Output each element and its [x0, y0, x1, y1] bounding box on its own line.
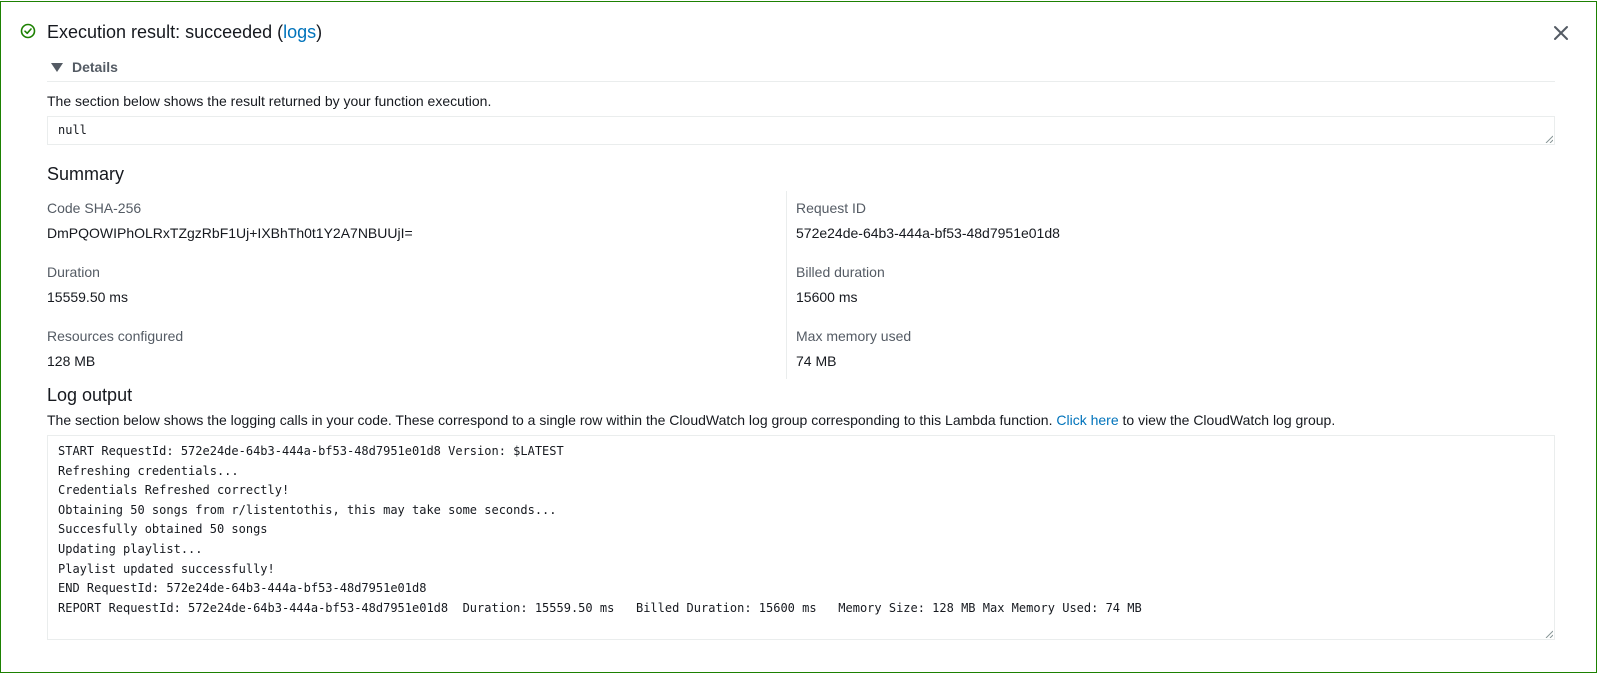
cloudwatch-link[interactable]: Click here	[1056, 412, 1118, 428]
close-icon	[1554, 26, 1568, 40]
duration-label: Duration	[47, 264, 100, 280]
check-circle-icon	[20, 23, 36, 39]
code-sha256-label: Code SHA-256	[47, 200, 142, 216]
close-button[interactable]	[1552, 24, 1570, 42]
resources-configured-label: Resources configured	[47, 328, 184, 344]
log-line: Succesfully obtained 50 songs	[58, 522, 268, 537]
log-line: Playlist updated successfully!	[58, 561, 275, 576]
code-sha256-value: DmPQOWIPhOLRxTZgzRbF1Uj+IXBhTh0t1Y2A7NBU…	[47, 225, 413, 241]
log-line: Obtaining 50 songs from r/listentothis, …	[58, 502, 557, 517]
request-id-label: Request ID	[796, 200, 867, 216]
max-memory-used-label: Max memory used	[796, 328, 912, 344]
log-line: START RequestId: 572e24de-64b3-444a-bf53…	[58, 444, 564, 458]
summary-column-divider	[786, 191, 787, 379]
billed-duration-value: 15600 ms	[796, 289, 858, 305]
details-toggle[interactable]: Details	[51, 59, 118, 75]
resize-handle-icon[interactable]	[1545, 630, 1553, 638]
log-line: END RequestId: 572e24de-64b3-444a-bf53-4…	[58, 581, 427, 596]
result-textarea[interactable]: null	[47, 116, 1555, 145]
details-divider	[47, 81, 1555, 82]
resize-handle-icon[interactable]	[1545, 135, 1553, 143]
execution-result-panel: Execution result: succeeded (logs) Detai…	[0, 1, 1597, 673]
details-label: Details	[72, 59, 118, 75]
resources-configured-value: 128 MB	[47, 353, 96, 369]
result-title-suffix: )	[316, 22, 323, 42]
result-description: The section below shows the result retur…	[47, 93, 492, 109]
result-value: null	[58, 123, 87, 137]
result-header: Execution result: succeeded (logs)	[20, 22, 322, 43]
log-output-textarea[interactable]: START RequestId: 572e24de-64b3-444a-bf53…	[47, 435, 1555, 640]
logs-link[interactable]: logs	[283, 22, 316, 42]
log-output-description: The section below shows the logging call…	[47, 412, 1335, 428]
log-line: Refreshing credentials...	[58, 463, 239, 478]
result-title-prefix: Execution result: succeeded (	[47, 22, 284, 42]
log-line: Updating playlist...	[58, 541, 203, 556]
log-line: REPORT RequestId: 572e24de-64b3-444a-bf5…	[58, 600, 1157, 615]
result-title: Execution result: succeeded (logs)	[47, 22, 322, 43]
caret-down-icon	[51, 62, 63, 72]
billed-duration-label: Billed duration	[796, 264, 885, 280]
log-line: Credentials Refreshed correctly!	[58, 483, 290, 498]
duration-value: 15559.50 ms	[47, 289, 128, 305]
max-memory-used-value: 74 MB	[796, 353, 837, 369]
log-description-suffix: to view the CloudWatch log group.	[1118, 412, 1336, 428]
request-id-value: 572e24de-64b3-444a-bf53-48d7951e01d8	[796, 225, 1060, 241]
log-output-title: Log output	[47, 385, 133, 405]
summary-title: Summary	[47, 164, 125, 184]
log-description-prefix: The section below shows the logging call…	[47, 412, 1057, 428]
